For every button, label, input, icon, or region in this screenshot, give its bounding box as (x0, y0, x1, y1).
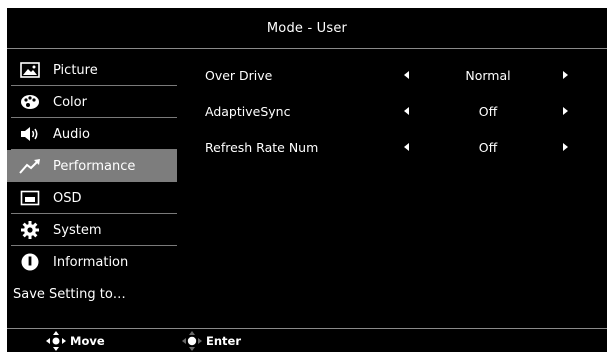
picture-icon (19, 61, 41, 79)
sidebar-item-label: Picture (53, 62, 98, 78)
setting-label: AdaptiveSync (205, 104, 291, 119)
joystick-press-icon (182, 331, 202, 351)
setting-value: Normal (465, 68, 511, 83)
arrow-right-icon[interactable] (561, 140, 571, 154)
arrow-right-icon[interactable] (561, 68, 571, 82)
footer-hints: Move Enter (7, 328, 607, 353)
sidebar-item-label: Save Setting to… (13, 286, 126, 302)
sidebar-item-performance[interactable]: Performance (7, 150, 177, 182)
enter-label: Enter (206, 334, 242, 348)
mode-title: Mode - User (266, 20, 348, 36)
sidebar-item-label: System (53, 222, 102, 238)
sidebar-item-color[interactable]: Color (7, 86, 177, 118)
joystick-move-icon (46, 331, 66, 351)
sidebar: Picture Color Audio Performance OSD Syst… (7, 54, 177, 310)
arrow-left-icon[interactable] (401, 104, 411, 118)
sidebar-item-save-setting[interactable]: Save Setting to… (7, 278, 177, 310)
settings-panel: Over Drive Normal AdaptiveSync Off Refre… (205, 58, 605, 166)
osd-menu: Mode - User Picture Color Audio Performa… (7, 8, 607, 352)
sidebar-item-system[interactable]: System (7, 214, 177, 246)
setting-row-adaptive-sync[interactable]: AdaptiveSync Off (205, 94, 605, 130)
setting-row-refresh-rate-num[interactable]: Refresh Rate Num Off (205, 130, 605, 166)
setting-row-over-drive[interactable]: Over Drive Normal (205, 58, 605, 94)
sidebar-item-picture[interactable]: Picture (7, 54, 177, 86)
menu-title-bar: Mode - User (7, 8, 607, 49)
color-palette-icon (19, 93, 41, 111)
sidebar-item-label: Color (53, 94, 87, 110)
arrow-right-icon[interactable] (561, 104, 571, 118)
sidebar-item-label: Performance (53, 158, 136, 174)
arrow-left-icon[interactable] (401, 140, 411, 154)
setting-label: Refresh Rate Num (205, 140, 319, 155)
speaker-icon (19, 125, 41, 143)
enter-hint: Enter (181, 330, 241, 352)
info-icon (19, 253, 41, 271)
sidebar-item-osd[interactable]: OSD (7, 182, 177, 214)
sidebar-item-audio[interactable]: Audio (7, 118, 177, 150)
setting-value: Off (478, 140, 498, 155)
arrow-left-icon[interactable] (401, 68, 411, 82)
sidebar-item-label: Information (53, 254, 129, 270)
performance-chart-icon (19, 157, 41, 175)
setting-value: Off (478, 104, 498, 119)
osd-screen-icon (19, 189, 41, 207)
move-hint: Move (45, 330, 105, 352)
sidebar-item-label: Audio (53, 126, 90, 142)
move-label: Move (70, 334, 105, 348)
setting-label: Over Drive (205, 68, 273, 83)
gear-icon (19, 221, 41, 239)
sidebar-item-information[interactable]: Information (7, 246, 177, 278)
sidebar-item-label: OSD (53, 190, 82, 206)
